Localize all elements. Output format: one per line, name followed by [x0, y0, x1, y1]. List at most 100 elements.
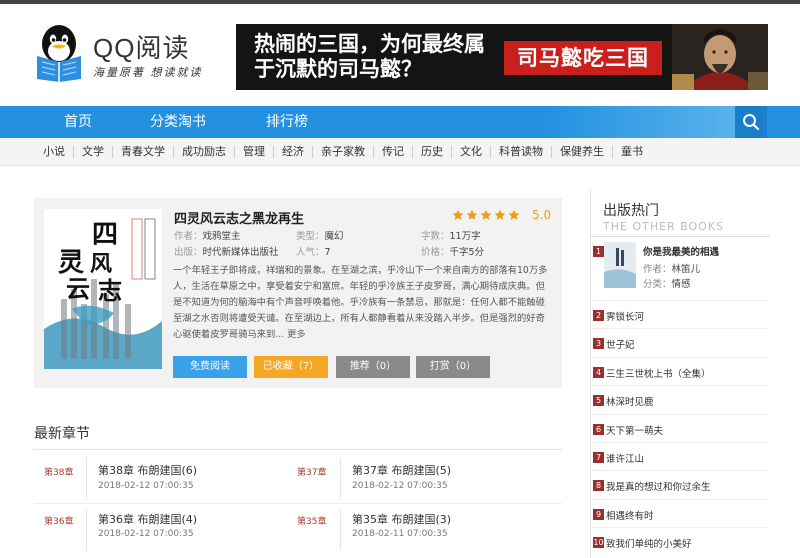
rank-number: 5	[593, 395, 604, 407]
category-link[interactable]: 青春文学	[113, 146, 174, 158]
author-link[interactable]: 戏鸦堂主	[203, 231, 241, 242]
type-label: 类型：	[296, 231, 325, 242]
banner-badge: 司马懿吃三国	[504, 41, 662, 75]
chapter-tag: 第38章	[44, 468, 74, 478]
chapter-date: 2018-02-11 07:00:35	[352, 529, 448, 539]
search-button[interactable]	[735, 106, 767, 138]
words-label: 字数：	[421, 231, 450, 242]
rank-author-link[interactable]: 林笛儿	[672, 264, 701, 275]
star-icon	[494, 209, 506, 220]
rank-divider	[590, 328, 768, 330]
chapter-link[interactable]: 第37章 布朗建国(5)	[352, 462, 451, 478]
star-icon	[480, 209, 492, 220]
category-link[interactable]: 文学	[74, 146, 113, 158]
rank-item-title[interactable]: 三生三世枕上书（全集）	[606, 366, 711, 380]
collect-button[interactable]: 已收藏（7）	[254, 356, 328, 378]
rank-divider	[590, 470, 768, 472]
star-icon	[508, 209, 520, 220]
rank-number: 8	[593, 480, 604, 492]
category-link[interactable]: 经济	[274, 146, 313, 158]
meta-publisher: 出版：时代新媒体出版社	[174, 244, 279, 258]
rank-item-title[interactable]: 谁许江山	[606, 451, 644, 465]
chapter-link[interactable]: 第38章 布朗建国(6)	[98, 462, 197, 478]
rank-item-title[interactable]: 相遇终有时	[606, 508, 654, 522]
category-list: 小说 文学 青春文学 成功励志 管理 经济 亲子家教 传记 历史 文化 科普读物 保健养生 童书	[36, 138, 651, 166]
chapter-tag: 第36章	[44, 517, 74, 527]
row-divider	[34, 503, 562, 504]
category-link[interactable]: 传记	[374, 146, 413, 158]
latest-chapters-title: 最新章节	[34, 426, 90, 442]
rank-author-label: 作者：	[643, 264, 672, 275]
rank-item-title[interactable]: 世子妃	[606, 337, 635, 351]
rank-item-title[interactable]: 天下第一萌夫	[606, 423, 663, 437]
category-link[interactable]: 文化	[452, 146, 491, 158]
rank-divider	[590, 385, 768, 387]
book-cover[interactable]: 四 灵 风 云 志	[44, 209, 162, 369]
chapter-tag: 第37章	[297, 468, 327, 478]
banner-headline: 热闹的三国，为何最终属于沉默的司马懿？	[254, 32, 485, 81]
chapter-link[interactable]: 第36章 布朗建国(4)	[98, 511, 197, 527]
rank-item-title[interactable]: 林深时见鹿	[606, 394, 654, 408]
category-link[interactable]: 童书	[613, 146, 651, 158]
category-link[interactable]: 科普读物	[491, 146, 552, 158]
category-link[interactable]: 管理	[235, 146, 274, 158]
search-icon	[743, 114, 760, 131]
reward-button[interactable]: 打赏（0）	[416, 356, 490, 378]
ad-banner[interactable]: 热闹的三国，为何最终属于沉默的司马懿？ 司马懿吃三国	[236, 24, 768, 90]
nav-category[interactable]: 分类淘书	[150, 106, 206, 138]
category-link[interactable]: 亲子家教	[313, 146, 374, 158]
rank-divider	[590, 356, 768, 358]
rank-first-cover[interactable]	[604, 242, 636, 288]
rank-number: 10	[593, 537, 604, 549]
rank-cat-label: 分类：	[643, 279, 672, 290]
book-description: 一个年轻王子即将成，祥瑞和的景象。在至湖之滨，乎冷山下一个来自南方的部落有10万…	[173, 263, 553, 343]
portrait-image	[672, 24, 768, 90]
chapter-separator	[86, 508, 87, 550]
sidebar-title: 出版热门	[603, 203, 659, 219]
svg-text:云: 云	[66, 274, 90, 303]
category-link[interactable]: 保健养生	[552, 146, 613, 158]
nav-gradient	[545, 106, 735, 138]
recommend-button[interactable]: 推荐（0）	[336, 356, 410, 378]
chapter-link[interactable]: 第35章 布朗建国(3)	[352, 511, 451, 527]
book-title[interactable]: 四灵风云志之黑龙再生	[174, 208, 304, 227]
rank-item-title[interactable]: 霁锁长河	[606, 309, 644, 323]
category-link[interactable]: 成功励志	[174, 146, 235, 158]
rank-number: 4	[593, 366, 604, 378]
rank-item-title[interactable]: 我是真的想过和你过余生	[606, 479, 711, 493]
rank-first-category: 分类：情感	[643, 276, 691, 290]
author-label: 作者：	[174, 231, 203, 242]
rank-first-title[interactable]: 你是我最美的相遇	[643, 244, 719, 258]
rank-item-title[interactable]: 致我们单纯的小美好	[606, 536, 692, 550]
publisher-label: 出版：	[174, 247, 203, 258]
rank-number: 9	[593, 508, 604, 520]
svg-text:风: 风	[90, 251, 112, 277]
logo-title: QQ阅读	[93, 33, 190, 63]
svg-text:志: 志	[98, 276, 122, 305]
price-value: 千字5分	[449, 247, 485, 258]
more-link[interactable]: ... 更多	[275, 329, 305, 340]
category-link[interactable]: 历史	[413, 146, 452, 158]
category-bar: 小说 文学 青春文学 成功励志 管理 经济 亲子家教 传记 历史 文化 科普读物 保健养生 童书	[0, 138, 800, 166]
rank-divider	[590, 413, 768, 415]
top-border	[0, 0, 800, 4]
section-divider	[34, 449, 562, 450]
publisher-value: 时代新媒体出版社	[202, 247, 279, 258]
popularity-label: 人气：	[296, 247, 325, 258]
popularity-value: 7	[324, 247, 331, 258]
book-card: 四 灵 风 云 志 四灵风云志之黑龙再生 5.0 作者：戏鸦堂主 类型：魔幻 字…	[34, 198, 562, 388]
rank-cat-value: 情感	[671, 279, 691, 290]
nav-home[interactable]: 首页	[64, 106, 92, 138]
free-read-button[interactable]: 免费阅读	[173, 356, 247, 378]
rank-first-author: 作者：林笛儿	[643, 261, 700, 275]
category-link[interactable]: 小说	[36, 146, 74, 158]
type-value: 魔幻	[324, 231, 344, 242]
words-value: 11万字	[449, 231, 481, 242]
sidebar-border	[590, 188, 591, 558]
site-logo[interactable]: QQ阅读 海量原著 想读就读	[33, 22, 201, 84]
meta-price: 价格：千字5分	[421, 244, 484, 258]
nav-ranking[interactable]: 排行榜	[266, 106, 308, 138]
sidebar-divider	[590, 236, 770, 237]
rank-number: 6	[593, 423, 604, 435]
meta-author: 作者：戏鸦堂主	[174, 228, 241, 242]
